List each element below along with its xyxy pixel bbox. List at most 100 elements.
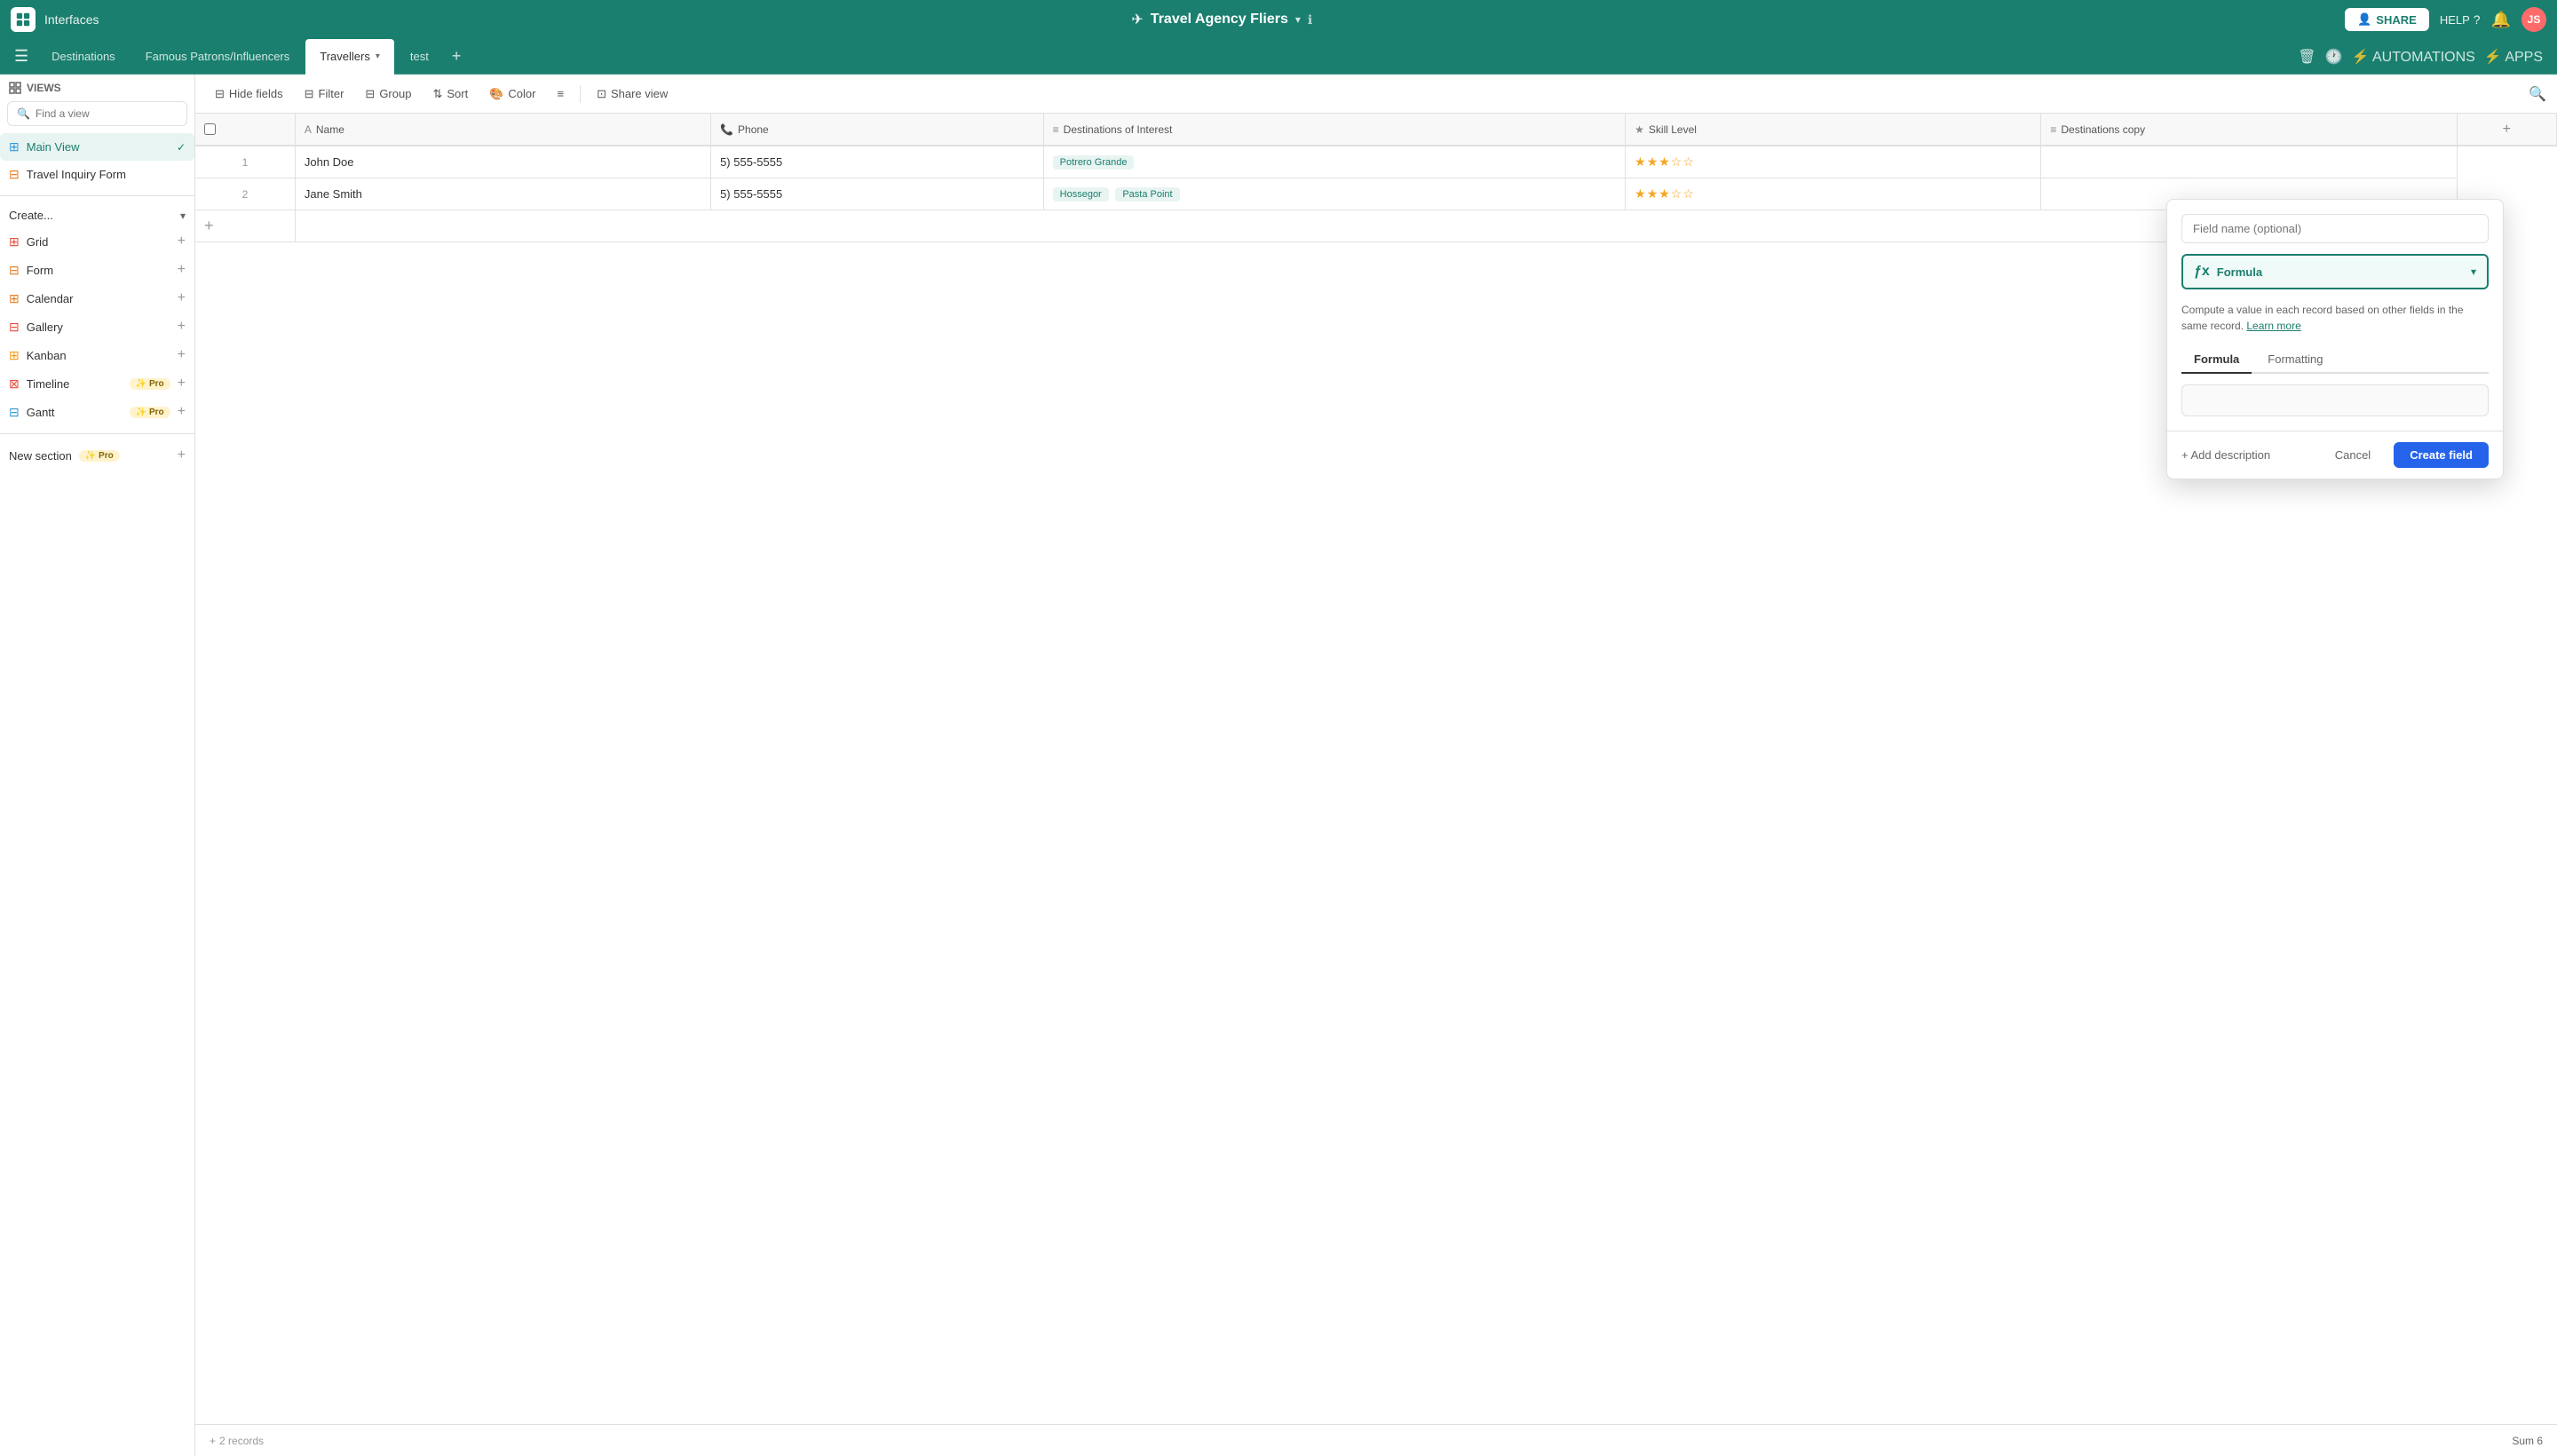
app-logo[interactable] — [11, 7, 36, 32]
views-header: VIEWS — [0, 75, 194, 101]
create-grid-item[interactable]: ⊞ Grid + — [0, 227, 194, 256]
new-section-item[interactable]: New section ✨ Pro + — [0, 441, 194, 470]
new-section-pro-badge: ✨ Pro — [79, 450, 120, 462]
trash-icon[interactable]: 🗑 — [2298, 48, 2316, 66]
tab-destinations-label: Destinations — [51, 50, 115, 63]
calendar-create-icon: ⊞ — [9, 291, 20, 306]
new-section-label: New section — [9, 449, 72, 463]
field-description: Compute a value in each record based on … — [2181, 302, 2489, 334]
create-kanban-item[interactable]: ⊞ Kanban + — [0, 341, 194, 369]
tab-bar-right: 🗑 🕐 ⚡ AUTOMATIONS ⚡ APPS — [2298, 48, 2543, 66]
top-bar-right: 👤 SHARE HELP ? 🔔 JS — [2345, 7, 2546, 32]
popup-footer-right: Cancel Create field — [2321, 442, 2489, 468]
grid-create-icon: ⊞ — [9, 234, 20, 249]
timeline-create-icon: ⊠ — [9, 376, 20, 392]
tab-famous-patrons[interactable]: Famous Patrons/Influencers — [131, 39, 305, 75]
top-bar-left: Interfaces — [11, 7, 99, 32]
calendar-add-icon[interactable]: + — [178, 290, 186, 306]
info-icon[interactable]: ℹ — [1308, 12, 1312, 28]
kanban-create-icon: ⊞ — [9, 348, 20, 363]
formula-type-icon: ƒx — [2194, 264, 2210, 280]
gallery-create-label: Gallery — [27, 320, 170, 334]
avatar[interactable]: JS — [2521, 7, 2546, 32]
create-calendar-item[interactable]: ⊞ Calendar + — [0, 284, 194, 313]
create-timeline-item[interactable]: ⊠ Timeline ✨ Pro + — [0, 369, 194, 398]
create-field-button[interactable]: Create field — [2394, 442, 2489, 468]
tab-bar-left: ☰ Destinations Famous Patrons/Influencer… — [7, 39, 2298, 75]
create-chevron-icon: ▾ — [180, 210, 186, 222]
title-dropdown-icon[interactable]: ▾ — [1295, 13, 1301, 26]
sidebar-item-main-view[interactable]: ⊞ Main View ✓ — [0, 133, 194, 161]
cancel-button[interactable]: Cancel — [2321, 442, 2385, 468]
project-title: Travel Agency Fliers — [1151, 12, 1288, 28]
field-type-chevron-icon: ▾ — [2471, 265, 2476, 278]
help-link[interactable]: HELP ? — [2440, 12, 2481, 27]
timeline-pro-badge: ✨ Pro — [130, 378, 170, 390]
create-field-popup: ƒx Formula ▾ Compute a value in each rec… — [2166, 199, 2504, 479]
learn-more-link[interactable]: Learn more — [2246, 320, 2300, 332]
tab-travellers[interactable]: Travellers ▾ — [305, 39, 394, 75]
tab-famous-label: Famous Patrons/Influencers — [146, 50, 290, 63]
formatting-tab-label: Formatting — [2268, 352, 2323, 366]
create-gallery-item[interactable]: ⊟ Gallery + — [0, 313, 194, 341]
formula-tab-label: Formula — [2194, 352, 2239, 366]
sidebar-divider-2 — [0, 433, 194, 434]
views-label: VIEWS — [27, 82, 61, 94]
top-bar-center: ✈ Travel Agency Fliers ▾ ℹ — [1131, 11, 1312, 28]
share-icon: 👤 — [2357, 12, 2371, 27]
grid-add-icon[interactable]: + — [178, 233, 186, 249]
tab-test[interactable]: test — [396, 39, 443, 75]
formula-tabs: Formula Formatting — [2181, 346, 2489, 374]
share-button[interactable]: 👤 SHARE — [2345, 8, 2429, 31]
formula-tab-formula[interactable]: Formula — [2181, 346, 2252, 374]
form-create-label: Form — [27, 264, 170, 277]
kanban-add-icon[interactable]: + — [178, 347, 186, 363]
gallery-create-icon: ⊟ — [9, 320, 20, 335]
popup-footer: + Add description Cancel Create field — [2167, 431, 2503, 479]
create-form-item[interactable]: ⊟ Form + — [0, 256, 194, 284]
create-section-header[interactable]: Create... ▾ — [0, 203, 194, 227]
notifications-icon[interactable]: 🔔 — [2491, 11, 2511, 29]
search-view-container: 🔍 — [7, 101, 187, 126]
popup-body: ƒx Formula ▾ Compute a value in each rec… — [2167, 200, 2503, 431]
tab-test-label: test — [410, 50, 429, 63]
gantt-add-icon[interactable]: + — [178, 404, 186, 420]
new-section-add-icon[interactable]: + — [178, 447, 186, 463]
tab-destinations[interactable]: Destinations — [37, 39, 130, 75]
apps-icon[interactable]: ⚡ APPS — [2484, 48, 2543, 66]
add-description-link[interactable]: + Add description — [2181, 448, 2270, 462]
gantt-create-label: Gantt — [27, 406, 123, 419]
timeline-add-icon[interactable]: + — [178, 376, 186, 392]
field-description-text: Compute a value in each record based on … — [2181, 304, 2464, 332]
formula-tab-formatting[interactable]: Formatting — [2255, 346, 2335, 374]
formula-input[interactable] — [2181, 384, 2489, 416]
share-label: SHARE — [2376, 13, 2417, 27]
hamburger-icon[interactable]: ☰ — [7, 42, 36, 71]
sidebar: VIEWS 🔍 ⊞ Main View ✓ ⊟ Travel Inquiry F… — [0, 75, 195, 1456]
gantt-create-icon: ⊟ — [9, 405, 20, 420]
tab-travellers-label: Travellers — [320, 50, 370, 63]
field-type-selector[interactable]: ƒx Formula ▾ — [2181, 254, 2489, 289]
timeline-create-label: Timeline — [27, 377, 123, 391]
gantt-pro-badge: ✨ Pro — [130, 407, 170, 418]
add-tab-icon[interactable]: + — [445, 47, 469, 66]
create-gantt-item[interactable]: ⊟ Gantt ✨ Pro + — [0, 398, 194, 426]
gallery-add-icon[interactable]: + — [178, 319, 186, 335]
app-name[interactable]: Interfaces — [44, 12, 99, 27]
sidebar-divider — [0, 195, 194, 196]
main-layout: VIEWS 🔍 ⊞ Main View ✓ ⊟ Travel Inquiry F… — [0, 75, 2557, 1456]
automations-icon[interactable]: ⚡ AUTOMATIONS — [2351, 48, 2474, 66]
help-label: HELP — [2440, 13, 2470, 27]
inquiry-form-label: Travel Inquiry Form — [27, 168, 126, 181]
sidebar-item-inquiry-form[interactable]: ⊟ Travel Inquiry Form — [0, 161, 194, 188]
search-view-input[interactable] — [36, 107, 178, 120]
field-type-label: Formula — [2217, 265, 2464, 279]
history-icon[interactable]: 🕐 — [2325, 48, 2343, 66]
top-bar: Interfaces ✈ Travel Agency Fliers ▾ ℹ 👤 … — [0, 0, 2557, 39]
active-check-icon: ✓ — [177, 141, 186, 154]
grid-view-icon: ⊞ — [9, 139, 20, 154]
form-add-icon[interactable]: + — [178, 262, 186, 278]
kanban-create-label: Kanban — [27, 349, 170, 362]
field-name-input[interactable] — [2181, 214, 2489, 243]
help-icon: ? — [2474, 12, 2481, 27]
